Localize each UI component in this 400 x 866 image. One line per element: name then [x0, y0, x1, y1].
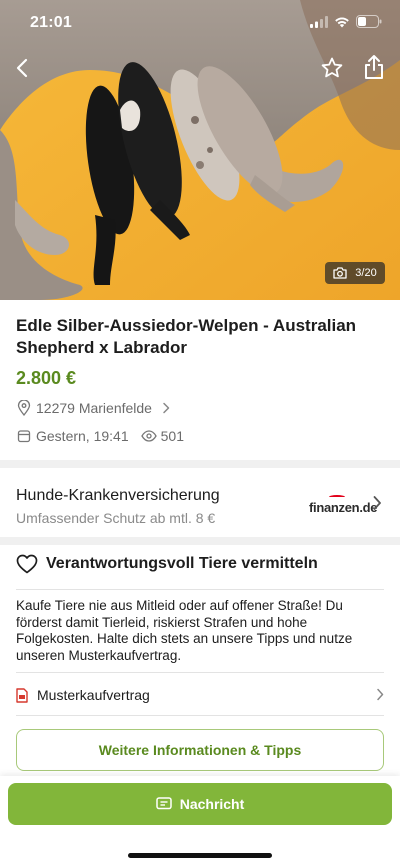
message-button-label: Nachricht — [179, 796, 245, 812]
ad-subtitle: Umfassender Schutz ab mtl. 8 € — [16, 510, 216, 526]
finanzen-logo: finanzen.de — [309, 495, 378, 515]
listing-price: 2.800 € — [16, 368, 77, 388]
calendar-icon — [16, 428, 32, 444]
chevron-right-icon — [158, 400, 174, 416]
photo-counter-text: 3/20 — [355, 267, 377, 279]
status-bar: 21:01 — [0, 0, 400, 44]
listing-title: Edle Silber-Aussiedor-Welpen - Australia… — [16, 316, 357, 357]
share-icon — [365, 55, 383, 79]
more-info-button[interactable]: Weitere Informationen & Tipps — [16, 729, 384, 771]
divider — [16, 589, 384, 590]
camera-icon — [333, 267, 347, 279]
listing-photo[interactable]: 21:01 3/20 — [0, 0, 400, 300]
responsibility-text: Kaufe Tiere nie aus Mitleid oder auf off… — [16, 598, 353, 663]
responsibility-title: Verantwortungsvoll Tiere vermitteln — [46, 555, 318, 572]
photo-counter: 3/20 — [325, 262, 385, 284]
ad-logo-text: finanzen.de — [309, 500, 378, 515]
star-outline-icon — [321, 57, 343, 78]
message-icon — [155, 797, 172, 810]
date-views-row: Gestern, 19:41 501 — [16, 428, 184, 444]
location-row[interactable]: 12279 Marienfelde — [16, 400, 178, 416]
favorite-button[interactable] — [316, 52, 348, 84]
location-text: 12279 Marienfelde — [36, 400, 152, 416]
section-separator — [0, 537, 400, 545]
puppies-photo — [0, 0, 400, 300]
logo-swoosh — [329, 495, 345, 499]
divider — [16, 672, 384, 673]
sample-contract-row[interactable]: Musterkaufvertrag — [16, 684, 384, 706]
share-button[interactable] — [358, 50, 390, 84]
status-time: 21:01 — [30, 14, 72, 31]
date-text: Gestern, 19:41 — [36, 428, 129, 444]
heart-outline-icon — [16, 554, 38, 574]
chevron-left-icon — [16, 58, 28, 78]
divider — [16, 715, 384, 716]
chevron-right-icon — [376, 688, 384, 706]
responsibility-header: Verantwortungsvoll Tiere vermitteln — [16, 554, 318, 574]
location-pin-icon — [16, 400, 32, 416]
status-icons — [310, 15, 382, 28]
section-separator — [0, 460, 400, 468]
battery-icon — [356, 15, 382, 28]
home-indicator[interactable] — [128, 853, 272, 858]
back-button[interactable] — [6, 52, 38, 84]
ad-title: Hunde-Krankenversicherung — [16, 487, 220, 504]
pdf-document-icon — [16, 687, 28, 703]
contract-label: Musterkaufvertrag — [37, 687, 150, 703]
views-count: 501 — [160, 428, 184, 444]
signal-icon — [310, 15, 328, 28]
wifi-icon — [335, 16, 349, 27]
chevron-right-icon — [372, 495, 382, 516]
eye-icon — [140, 428, 157, 444]
message-button[interactable]: Nachricht — [8, 783, 392, 825]
